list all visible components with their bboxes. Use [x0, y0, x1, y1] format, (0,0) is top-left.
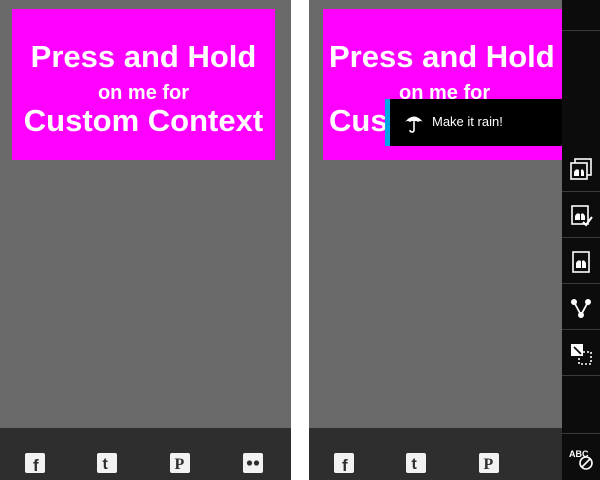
set-as-button[interactable] [562, 240, 600, 284]
action-separator [562, 375, 600, 376]
context-menu-item-label: Make it rain! [432, 114, 503, 129]
action-separator [562, 30, 600, 31]
hold-box-subtitle: on me for [97, 82, 190, 104]
action-separator [562, 237, 600, 238]
facebook-icon[interactable]: f [334, 453, 354, 473]
spell-check-off-button[interactable]: ABC [562, 436, 600, 480]
action-separator [562, 283, 600, 284]
context-action-bar: ABC [562, 0, 600, 480]
svg-text:P: P [175, 456, 185, 473]
press-and-hold-box[interactable]: Press and Hold on me for Custom Context [12, 9, 275, 160]
share-button[interactable] [562, 286, 600, 330]
copy-image-icon [570, 158, 592, 180]
share-icon [571, 299, 591, 318]
action-separator [562, 433, 600, 434]
action-separator [562, 329, 600, 330]
left-screen: Press and Hold on me for Custom Context … [0, 0, 291, 480]
set-as-icon [572, 251, 590, 273]
spell-check-off-icon: ABC [569, 449, 593, 470]
svg-text:t: t [412, 456, 418, 473]
hold-box-title: Press and Hold [329, 39, 555, 74]
flickr-icon[interactable] [243, 453, 263, 473]
facebook-icon[interactable]: f [25, 453, 45, 473]
svg-text:f: f [342, 456, 348, 473]
share-bar: f t P [309, 428, 600, 480]
select-more-icon [571, 344, 592, 365]
select-more-button[interactable] [562, 332, 600, 376]
umbrella-icon [405, 116, 423, 133]
right-screen: Press and Hold on me for Cus Make it rai… [309, 0, 600, 480]
save-image-button[interactable] [562, 194, 600, 238]
svg-text:t: t [103, 456, 109, 473]
pinterest-icon[interactable]: P [479, 453, 499, 473]
pinterest-icon[interactable]: P [170, 453, 190, 473]
context-menu-item-make-it-rain[interactable]: Make it rain! [385, 99, 570, 146]
copy-image-button[interactable] [562, 148, 600, 192]
tumblr-icon[interactable]: t [406, 453, 426, 473]
save-image-icon [571, 205, 593, 227]
svg-text:f: f [33, 456, 39, 473]
share-bar: f t P [0, 428, 291, 480]
svg-text:P: P [484, 456, 494, 473]
hold-box-title: Press and Hold [30, 39, 257, 74]
action-separator [562, 191, 600, 192]
hold-box-footer: Custom Context [23, 103, 264, 138]
tumblr-icon[interactable]: t [97, 453, 117, 473]
